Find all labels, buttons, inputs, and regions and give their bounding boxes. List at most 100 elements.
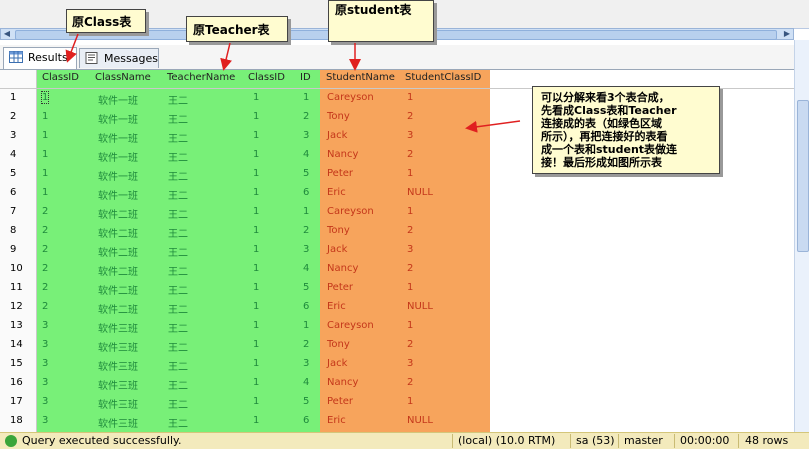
cell-studentclassid[interactable]: 3	[407, 130, 413, 141]
row-number[interactable]: 12	[10, 301, 23, 312]
cell-classid[interactable]: 2	[42, 301, 48, 312]
cell-classid-2[interactable]: 1	[253, 111, 259, 122]
row-number[interactable]: 10	[10, 263, 23, 274]
cell-id[interactable]: 5	[303, 396, 309, 407]
cell-classid[interactable]: 1	[42, 130, 48, 141]
cell-id[interactable]: 4	[303, 263, 309, 274]
column-header-teachername[interactable]: TeacherName	[167, 72, 235, 83]
row-number[interactable]: 13	[10, 320, 23, 331]
cell-studentclassid[interactable]: 1	[407, 206, 413, 217]
cell-id[interactable]: 6	[303, 415, 309, 426]
row-number[interactable]: 9	[10, 244, 16, 255]
cell-classid-2[interactable]: 1	[253, 263, 259, 274]
cell-id[interactable]: 3	[303, 358, 309, 369]
cell-classid-2[interactable]: 1	[253, 358, 259, 369]
cell-classname[interactable]: 软件三班	[98, 396, 138, 411]
cell-studentclassid[interactable]: NULL	[407, 415, 433, 426]
cell-classname[interactable]: 软件三班	[98, 358, 138, 373]
cell-teachername[interactable]: 王二	[168, 168, 188, 183]
cell-studentname[interactable]: Tony	[327, 339, 350, 350]
cell-classname[interactable]: 软件一班	[98, 111, 138, 126]
cell-teachername[interactable]: 王二	[168, 320, 188, 335]
cell-id[interactable]: 2	[303, 339, 309, 350]
cell-id[interactable]: 2	[303, 225, 309, 236]
cell-studentname[interactable]: Peter	[327, 168, 353, 179]
cell-classname[interactable]: 软件三班	[98, 415, 138, 430]
cell-id[interactable]: 2	[303, 111, 309, 122]
cell-classname[interactable]: 软件二班	[98, 206, 138, 221]
cell-id[interactable]: 6	[303, 301, 309, 312]
column-header-studentname[interactable]: StudentName	[326, 72, 395, 83]
row-number[interactable]: 11	[10, 282, 23, 293]
cell-classid-2[interactable]: 1	[253, 377, 259, 388]
cell-teachername[interactable]: 王二	[168, 358, 188, 373]
cell-classid[interactable]: 3	[42, 415, 48, 426]
cell-classname[interactable]: 软件一班	[98, 130, 138, 145]
cell-classid[interactable]: 2	[42, 263, 48, 274]
cell-classid-2[interactable]: 1	[253, 244, 259, 255]
column-header-id[interactable]: ID	[300, 72, 311, 83]
column-header-classname[interactable]: ClassName	[95, 72, 151, 83]
cell-studentclassid[interactable]: 2	[407, 149, 413, 160]
cell-classname[interactable]: 软件二班	[98, 282, 138, 297]
cell-classname[interactable]: 软件一班	[98, 168, 138, 183]
cell-id[interactable]: 1	[303, 320, 309, 331]
cell-classname[interactable]: 软件一班	[98, 187, 138, 202]
row-number[interactable]: 8	[10, 225, 16, 236]
cell-studentclassid[interactable]: 1	[407, 168, 413, 179]
cell-studentclassid[interactable]: 2	[407, 111, 413, 122]
cell-studentname[interactable]: Tony	[327, 225, 350, 236]
cell-classid[interactable]: 2	[42, 282, 48, 293]
cell-id[interactable]: 6	[303, 187, 309, 198]
cell-classid[interactable]: 1	[42, 168, 48, 179]
cell-studentclassid[interactable]: NULL	[407, 187, 433, 198]
cell-classid[interactable]: 1	[42, 187, 48, 198]
row-number[interactable]: 16	[10, 377, 23, 388]
cell-studentname[interactable]: Nancy	[327, 149, 358, 160]
cell-id[interactable]: 4	[303, 149, 309, 160]
cell-teachername[interactable]: 王二	[168, 396, 188, 411]
cell-teachername[interactable]: 王二	[168, 92, 188, 107]
cell-id[interactable]: 4	[303, 377, 309, 388]
cell-classid[interactable]: 2	[42, 206, 48, 217]
cell-studentname[interactable]: Nancy	[327, 377, 358, 388]
cell-classid-2[interactable]: 1	[253, 130, 259, 141]
row-number[interactable]: 15	[10, 358, 23, 369]
cell-studentclassid[interactable]: 1	[407, 396, 413, 407]
cell-studentname[interactable]: Eric	[327, 415, 346, 426]
cell-studentname[interactable]: Careyson	[327, 92, 374, 103]
scroll-left-icon[interactable]: ◀	[1, 29, 13, 39]
cell-teachername[interactable]: 王二	[168, 149, 188, 164]
cell-classid[interactable]: 1	[40, 91, 50, 104]
cell-id[interactable]: 3	[303, 130, 309, 141]
tab-results[interactable]: Results	[3, 47, 77, 69]
cell-teachername[interactable]: 王二	[168, 301, 188, 316]
cell-studentname[interactable]: Tony	[327, 111, 350, 122]
cell-studentname[interactable]: Jack	[327, 358, 347, 369]
cell-teachername[interactable]: 王二	[168, 206, 188, 221]
row-number[interactable]: 1	[10, 92, 16, 103]
cell-classname[interactable]: 软件一班	[98, 149, 138, 164]
cell-studentname[interactable]: Jack	[327, 130, 347, 141]
column-header-classid-2[interactable]: ClassID	[248, 72, 285, 83]
cell-classid-2[interactable]: 1	[253, 320, 259, 331]
cell-studentclassid[interactable]: NULL	[407, 301, 433, 312]
row-number[interactable]: 4	[10, 149, 16, 160]
vertical-scroll-thumb[interactable]	[797, 100, 809, 252]
cell-classname[interactable]: 软件二班	[98, 301, 138, 316]
cell-teachername[interactable]: 王二	[168, 225, 188, 240]
row-number[interactable]: 3	[10, 130, 16, 141]
cell-classname[interactable]: 软件二班	[98, 244, 138, 259]
vertical-scrollbar[interactable]	[794, 40, 809, 432]
cell-teachername[interactable]: 王二	[168, 263, 188, 278]
row-number[interactable]: 14	[10, 339, 23, 350]
cell-id[interactable]: 5	[303, 282, 309, 293]
cell-studentclassid[interactable]: 1	[407, 320, 413, 331]
cell-id[interactable]: 5	[303, 168, 309, 179]
cell-studentname[interactable]: Nancy	[327, 263, 358, 274]
cell-studentname[interactable]: Careyson	[327, 320, 374, 331]
cell-studentname[interactable]: Peter	[327, 282, 353, 293]
cell-studentname[interactable]: Peter	[327, 396, 353, 407]
cell-classid[interactable]: 3	[42, 358, 48, 369]
cell-classid[interactable]: 3	[42, 377, 48, 388]
